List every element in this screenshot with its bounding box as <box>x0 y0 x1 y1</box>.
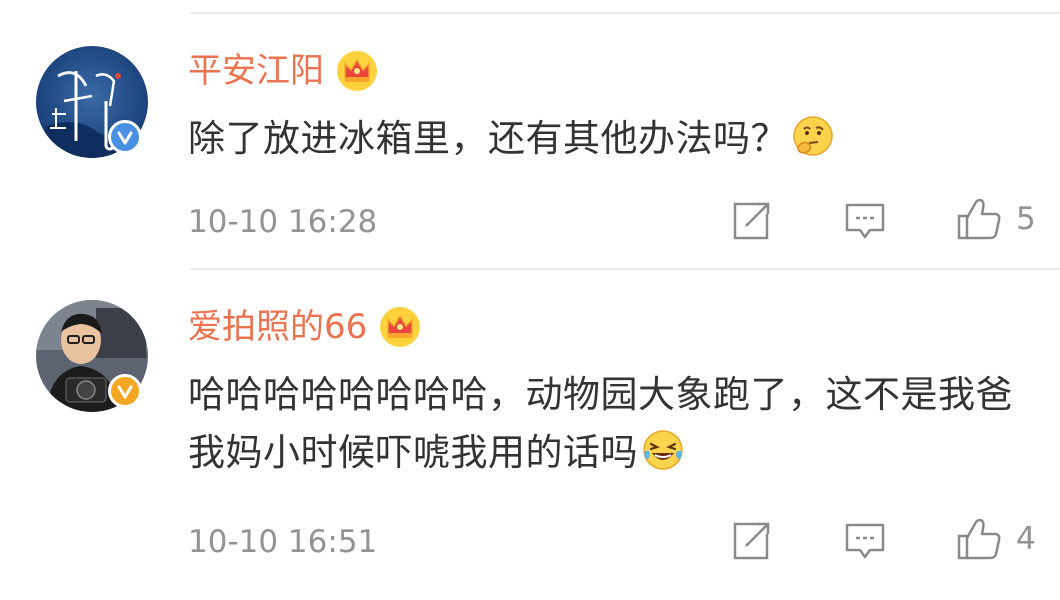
like-button[interactable]: 4 <box>956 516 1036 562</box>
share-icon <box>733 202 770 240</box>
reply-button[interactable] <box>844 200 886 242</box>
verified-badge-icon <box>108 120 142 154</box>
share-icon <box>733 522 770 560</box>
repost-button[interactable] <box>730 520 772 562</box>
timestamp: 10-10 16:51 <box>188 524 378 560</box>
username-row: 平安江阳 <box>188 50 378 92</box>
thinking-face-icon <box>793 116 833 156</box>
repost-button[interactable] <box>730 200 772 242</box>
comment-item: 爱拍照的66 哈哈哈哈哈哈哈哈，动物园大象跑了，这不是我爸我妈小时候吓唬我用的话… <box>0 270 1060 600</box>
crown-icon <box>380 307 421 347</box>
comment-item: 平安江阳 除了放进冰箱里，还有其他办法吗？ 10-10 16:28 5 <box>0 0 1060 270</box>
comment-icon <box>845 523 885 559</box>
verified-badge-icon <box>108 374 142 408</box>
comment-body: 哈哈哈哈哈哈哈哈，动物园大象跑了，这不是我爸我妈小时候吓唬我用的话吗 <box>188 373 1013 474</box>
thumbs-up-icon <box>957 198 1001 240</box>
comment-text: 除了放进冰箱里，还有其他办法吗？ <box>188 110 1048 168</box>
comment-text: 哈哈哈哈哈哈哈哈，动物园大象跑了，这不是我爸我妈小时候吓唬我用的话吗 <box>188 366 1048 482</box>
username[interactable]: 爱拍照的66 <box>188 307 367 347</box>
username[interactable]: 平安江阳 <box>188 51 324 91</box>
comment-list: 平安江阳 除了放进冰箱里，还有其他办法吗？ 10-10 16:28 5 爱拍照的… <box>0 0 1060 600</box>
laughing-tears-icon <box>643 430 683 470</box>
timestamp: 10-10 16:28 <box>188 204 378 240</box>
reply-button[interactable] <box>844 520 886 562</box>
comment-body: 除了放进冰箱里，还有其他办法吗？ <box>188 117 788 160</box>
like-button[interactable]: 5 <box>956 196 1036 242</box>
crown-icon <box>337 51 377 91</box>
like-count: 5 <box>1016 201 1036 237</box>
thumbs-up-icon <box>957 518 1001 560</box>
comment-icon <box>845 203 885 239</box>
like-count: 4 <box>1016 521 1036 557</box>
username-row: 爱拍照的66 <box>188 306 421 348</box>
